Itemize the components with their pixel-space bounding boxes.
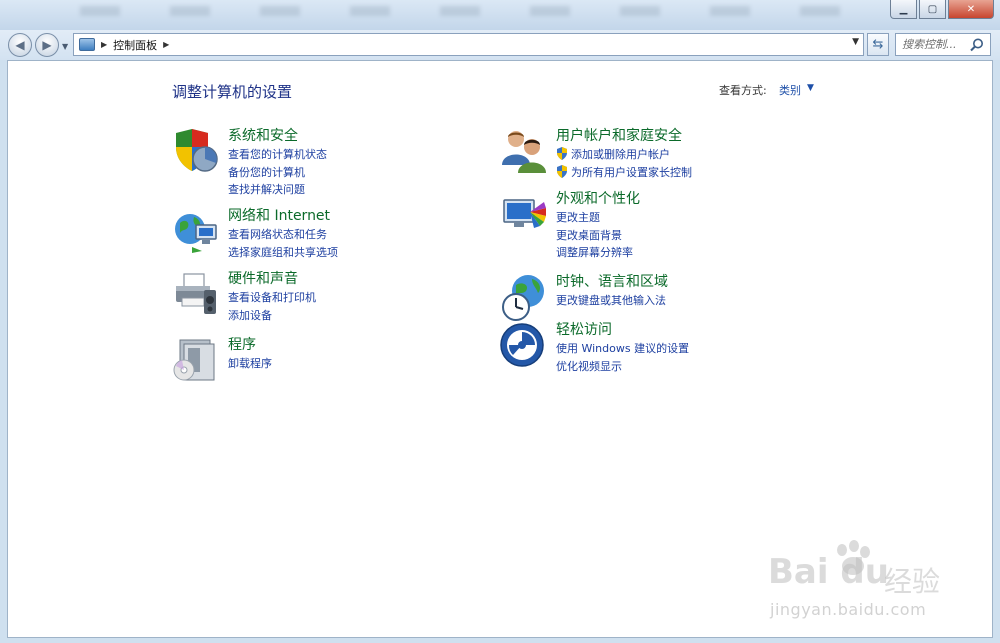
- programs-icon: [173, 339, 215, 381]
- search-input[interactable]: [902, 38, 964, 51]
- view-by-dropdown-icon[interactable]: ▼: [807, 83, 814, 93]
- title-bar: ▁ ▢ ✕: [0, 0, 1000, 30]
- category-title[interactable]: 系统和安全: [228, 127, 508, 145]
- category-link-text[interactable]: 添加或删除用户帐户: [571, 148, 670, 161]
- category-link[interactable]: 卸载程序: [228, 355, 508, 373]
- refresh-icon: ⇆: [872, 37, 884, 52]
- forward-arrow-icon: ▶: [42, 38, 52, 52]
- category-title[interactable]: 硬件和声音: [228, 270, 508, 288]
- recent-pages-dropdown[interactable]: ▼: [62, 42, 68, 51]
- category-link[interactable]: 使用 Windows 建议的设置: [556, 340, 836, 358]
- category-link[interactable]: 为所有用户设置家长控制: [556, 164, 836, 182]
- category-title[interactable]: 用户帐户和家庭安全: [556, 127, 836, 145]
- forward-button[interactable]: ▶: [35, 33, 59, 57]
- baidu-paw-icon: [837, 540, 870, 575]
- back-arrow-icon: ◀: [15, 38, 25, 52]
- category-title[interactable]: 时钟、语言和区域: [556, 273, 836, 291]
- minimize-button[interactable]: ▁: [890, 0, 917, 19]
- search-icon[interactable]: [969, 37, 985, 53]
- category-link[interactable]: 更改键盘或其他输入法: [556, 292, 836, 310]
- category-title[interactable]: 网络和 Internet: [228, 207, 508, 225]
- uac-shield-icon: [557, 164, 567, 178]
- refresh-button[interactable]: ⇆: [867, 33, 889, 56]
- view-by-value[interactable]: 类别: [779, 82, 801, 98]
- category-title[interactable]: 外观和个性化: [556, 190, 836, 208]
- category-link[interactable]: 查看设备和打印机: [228, 289, 508, 307]
- control-panel-icon: [79, 38, 95, 51]
- navigation-bar: ◀ ▶ ▼ ▶ 控制面板 ▶ ▼ ⇆: [0, 30, 1000, 60]
- address-bar[interactable]: ▶ 控制面板 ▶ ▼: [73, 33, 864, 56]
- users-icon: [502, 131, 546, 173]
- maximize-button[interactable]: ▢: [919, 0, 946, 19]
- category-link-text[interactable]: 为所有用户设置家长控制: [571, 166, 692, 179]
- category-link[interactable]: 查看网络状态和任务: [228, 226, 508, 244]
- breadcrumb-arrow-icon[interactable]: ▶: [101, 40, 107, 49]
- category-link[interactable]: 更改主题: [556, 209, 836, 227]
- category-link[interactable]: 选择家庭组和共享选项: [228, 244, 508, 262]
- uac-shield-icon: [557, 147, 567, 160]
- window-controls: ▁ ▢ ✕: [890, 0, 994, 19]
- breadcrumb-arrow-icon[interactable]: ▶: [163, 40, 169, 49]
- globe-clock-icon: [502, 275, 544, 321]
- shield-pie-icon: [176, 129, 218, 172]
- address-dropdown-icon[interactable]: ▼: [852, 37, 859, 47]
- category-link[interactable]: 调整屏幕分辨率: [556, 244, 836, 262]
- category-link[interactable]: 添加设备: [228, 307, 508, 325]
- title-bar-blur: [80, 6, 840, 16]
- category-link[interactable]: 查看您的计算机状态: [228, 146, 508, 164]
- view-by-label: 查看方式:: [719, 84, 767, 97]
- watermark-url: jingyan.baidu.com: [770, 600, 927, 619]
- close-button[interactable]: ✕: [948, 0, 994, 19]
- category-link[interactable]: 添加或删除用户帐户: [556, 146, 836, 164]
- printer-icon: [176, 273, 216, 314]
- category-link[interactable]: 备份您的计算机: [228, 164, 508, 182]
- watermark-sub: 经验: [884, 565, 941, 598]
- back-button[interactable]: ◀: [8, 33, 32, 57]
- ease-of-access-icon: [500, 323, 544, 367]
- baidu-watermark: Bai du 经验 jingyan.baidu.com: [768, 540, 968, 630]
- category-link[interactable]: 查找并解决问题: [228, 181, 508, 199]
- close-icon: ✕: [966, 3, 976, 15]
- category-title[interactable]: 轻松访问: [556, 321, 836, 339]
- breadcrumb-control-panel[interactable]: 控制面板: [113, 37, 157, 53]
- category-link[interactable]: 优化视频显示: [556, 358, 836, 376]
- minimize-icon: ▁: [899, 3, 908, 15]
- page-title: 调整计算机的设置: [172, 83, 293, 101]
- globe-network-icon: [175, 214, 217, 253]
- maximize-icon: ▢: [927, 3, 938, 15]
- search-box[interactable]: [895, 33, 991, 56]
- category-link[interactable]: 更改桌面背景: [556, 227, 836, 245]
- monitor-palette-icon: [503, 199, 546, 228]
- category-title[interactable]: 程序: [228, 336, 508, 354]
